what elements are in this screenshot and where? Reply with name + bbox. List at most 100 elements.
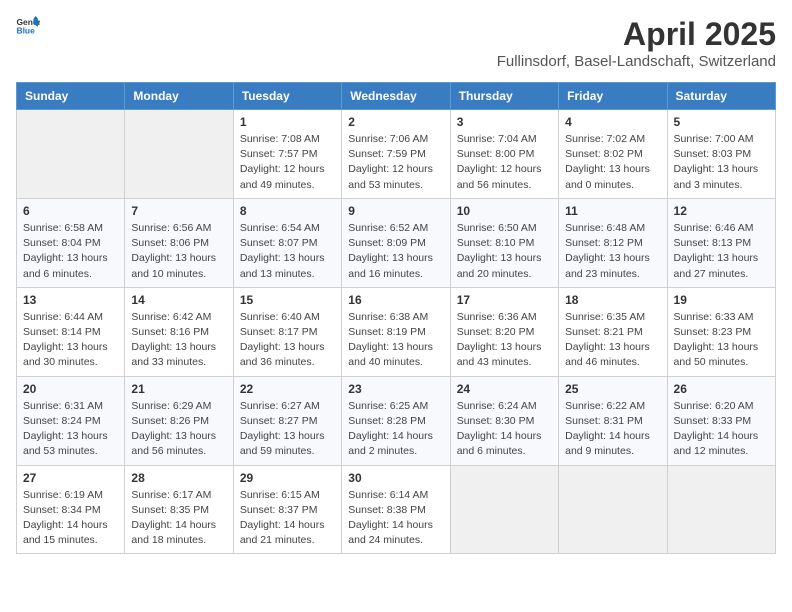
calendar-cell: 30 Sunrise: 6:14 AM Sunset: 8:38 PM Dayli… — [342, 465, 450, 554]
calendar-cell: 5 Sunrise: 7:00 AM Sunset: 8:03 PM Daylig… — [667, 110, 775, 199]
calendar-header: SundayMondayTuesdayWednesdayThursdayFrid… — [17, 83, 776, 110]
calendar-cell: 18Sunrise: 6:35 AM Sunset: 8:21 PM Dayli… — [559, 287, 667, 376]
day-info: Sunrise: 6:14 AM Sunset: 8:38 PM Dayligh… — [348, 488, 443, 549]
day-info: Sunrise: 7:00 AM Sunset: 8:03 PM Dayligh… — [674, 132, 769, 193]
day-info: Sunrise: 6:31 AM Sunset: 8:24 PM Dayligh… — [23, 399, 118, 460]
subtitle: Fullinsdorf, Basel-Landschaft, Switzerla… — [497, 53, 776, 70]
day-number: 18 — [565, 293, 660, 307]
day-number: 13 — [23, 293, 118, 307]
day-number: 28 — [131, 471, 226, 485]
svg-text:Blue: Blue — [16, 26, 35, 36]
day-info: Sunrise: 7:04 AM Sunset: 8:00 PM Dayligh… — [457, 132, 552, 193]
day-info: Sunrise: 6:40 AM Sunset: 8:17 PM Dayligh… — [240, 310, 335, 371]
day-info: Sunrise: 6:25 AM Sunset: 8:28 PM Dayligh… — [348, 399, 443, 460]
day-info: Sunrise: 6:42 AM Sunset: 8:16 PM Dayligh… — [131, 310, 226, 371]
calendar-cell: 22 Sunrise: 6:27 AM Sunset: 8:27 PM Dayli… — [233, 376, 341, 465]
day-info: Sunrise: 6:17 AM Sunset: 8:35 PM Dayligh… — [131, 488, 226, 549]
day-info: Sunrise: 6:27 AM Sunset: 8:27 PM Dayligh… — [240, 399, 335, 460]
calendar-cell: 26 Sunrise: 6:20 AM Sunset: 8:33 PM Dayli… — [667, 376, 775, 465]
day-number: 4 — [565, 115, 660, 129]
title-area: April 2025 Fullinsdorf, Basel-Landschaft… — [497, 16, 776, 70]
calendar-cell: 1 Sunrise: 7:08 AM Sunset: 7:57 PM Daylig… — [233, 110, 341, 199]
day-number: 12 — [674, 204, 769, 218]
day-info: Sunrise: 6:46 AM Sunset: 8:13 PM Dayligh… — [674, 221, 769, 282]
calendar-cell: 9 Sunrise: 6:52 AM Sunset: 8:09 PM Daylig… — [342, 198, 450, 287]
calendar-cell — [17, 110, 125, 199]
day-of-week-header: Tuesday — [233, 83, 341, 110]
header: General Blue April 2025 Fullinsdorf, Bas… — [16, 16, 776, 70]
calendar-cell: 17 Sunrise: 6:36 AM Sunset: 8:20 PM Dayli… — [450, 287, 558, 376]
day-info: Sunrise: 6:24 AM Sunset: 8:30 PM Dayligh… — [457, 399, 552, 460]
day-number: 10 — [457, 204, 552, 218]
day-number: 16 — [348, 293, 443, 307]
day-info: Sunrise: 6:44 AM Sunset: 8:14 PM Dayligh… — [23, 310, 118, 371]
day-number: 24 — [457, 382, 552, 396]
calendar-table: SundayMondayTuesdayWednesdayThursdayFrid… — [16, 82, 776, 554]
day-info: Sunrise: 6:56 AM Sunset: 8:06 PM Dayligh… — [131, 221, 226, 282]
day-number: 27 — [23, 471, 118, 485]
calendar-cell: 20 Sunrise: 6:31 AM Sunset: 8:24 PM Dayli… — [17, 376, 125, 465]
calendar-cell: 15Sunrise: 6:40 AM Sunset: 8:17 PM Dayli… — [233, 287, 341, 376]
day-info: Sunrise: 6:29 AM Sunset: 8:26 PM Dayligh… — [131, 399, 226, 460]
calendar-cell — [667, 465, 775, 554]
day-info: Sunrise: 7:08 AM Sunset: 7:57 PM Dayligh… — [240, 132, 335, 193]
calendar-cell: 21 Sunrise: 6:29 AM Sunset: 8:26 PM Dayli… — [125, 376, 233, 465]
calendar-cell: 16Sunrise: 6:38 AM Sunset: 8:19 PM Dayli… — [342, 287, 450, 376]
day-of-week-header: Thursday — [450, 83, 558, 110]
calendar-cell: 29 Sunrise: 6:15 AM Sunset: 8:37 PM Dayli… — [233, 465, 341, 554]
day-info: Sunrise: 6:54 AM Sunset: 8:07 PM Dayligh… — [240, 221, 335, 282]
calendar-cell: 23 Sunrise: 6:25 AM Sunset: 8:28 PM Dayli… — [342, 376, 450, 465]
calendar-cell — [559, 465, 667, 554]
day-number: 26 — [674, 382, 769, 396]
day-info: Sunrise: 6:48 AM Sunset: 8:12 PM Dayligh… — [565, 221, 660, 282]
day-number: 7 — [131, 204, 226, 218]
day-info: Sunrise: 6:15 AM Sunset: 8:37 PM Dayligh… — [240, 488, 335, 549]
day-number: 30 — [348, 471, 443, 485]
day-number: 25 — [565, 382, 660, 396]
day-info: Sunrise: 6:20 AM Sunset: 8:33 PM Dayligh… — [674, 399, 769, 460]
day-number: 19 — [674, 293, 769, 307]
calendar-cell: 4 Sunrise: 7:02 AM Sunset: 8:02 PM Daylig… — [559, 110, 667, 199]
day-info: Sunrise: 6:52 AM Sunset: 8:09 PM Dayligh… — [348, 221, 443, 282]
calendar-cell: 12 Sunrise: 6:46 AM Sunset: 8:13 PM Dayli… — [667, 198, 775, 287]
day-info: Sunrise: 7:02 AM Sunset: 8:02 PM Dayligh… — [565, 132, 660, 193]
day-number: 1 — [240, 115, 335, 129]
day-number: 22 — [240, 382, 335, 396]
calendar-cell — [450, 465, 558, 554]
calendar-cell: 10Sunrise: 6:50 AM Sunset: 8:10 PM Dayli… — [450, 198, 558, 287]
day-number: 9 — [348, 204, 443, 218]
calendar-cell: 11 Sunrise: 6:48 AM Sunset: 8:12 PM Dayli… — [559, 198, 667, 287]
day-number: 20 — [23, 382, 118, 396]
calendar-cell: 28 Sunrise: 6:17 AM Sunset: 8:35 PM Dayli… — [125, 465, 233, 554]
day-number: 5 — [674, 115, 769, 129]
day-of-week-header: Friday — [559, 83, 667, 110]
day-info: Sunrise: 6:22 AM Sunset: 8:31 PM Dayligh… — [565, 399, 660, 460]
day-number: 11 — [565, 204, 660, 218]
calendar-cell: 19 Sunrise: 6:33 AM Sunset: 8:23 PM Dayli… — [667, 287, 775, 376]
day-number: 8 — [240, 204, 335, 218]
calendar-cell: 3Sunrise: 7:04 AM Sunset: 8:00 PM Daylig… — [450, 110, 558, 199]
logo-icon: General Blue — [16, 16, 40, 41]
day-number: 21 — [131, 382, 226, 396]
calendar-cell: 2Sunrise: 7:06 AM Sunset: 7:59 PM Daylig… — [342, 110, 450, 199]
day-number: 6 — [23, 204, 118, 218]
calendar-cell: 25 Sunrise: 6:22 AM Sunset: 8:31 PM Dayli… — [559, 376, 667, 465]
calendar-cell: 27Sunrise: 6:19 AM Sunset: 8:34 PM Dayli… — [17, 465, 125, 554]
day-number: 29 — [240, 471, 335, 485]
day-number: 17 — [457, 293, 552, 307]
day-of-week-header: Sunday — [17, 83, 125, 110]
day-of-week-header: Monday — [125, 83, 233, 110]
logo: General Blue — [16, 16, 40, 41]
day-info: Sunrise: 6:33 AM Sunset: 8:23 PM Dayligh… — [674, 310, 769, 371]
day-info: Sunrise: 6:58 AM Sunset: 8:04 PM Dayligh… — [23, 221, 118, 282]
calendar-cell: 7 Sunrise: 6:56 AM Sunset: 8:06 PM Daylig… — [125, 198, 233, 287]
calendar-cell — [125, 110, 233, 199]
day-number: 23 — [348, 382, 443, 396]
day-of-week-header: Saturday — [667, 83, 775, 110]
day-info: Sunrise: 6:36 AM Sunset: 8:20 PM Dayligh… — [457, 310, 552, 371]
calendar-cell: 8 Sunrise: 6:54 AM Sunset: 8:07 PM Daylig… — [233, 198, 341, 287]
calendar-cell: 24 Sunrise: 6:24 AM Sunset: 8:30 PM Dayli… — [450, 376, 558, 465]
day-number: 14 — [131, 293, 226, 307]
calendar-cell: 13 Sunrise: 6:44 AM Sunset: 8:14 PM Dayli… — [17, 287, 125, 376]
calendar-cell: 6 Sunrise: 6:58 AM Sunset: 8:04 PM Daylig… — [17, 198, 125, 287]
